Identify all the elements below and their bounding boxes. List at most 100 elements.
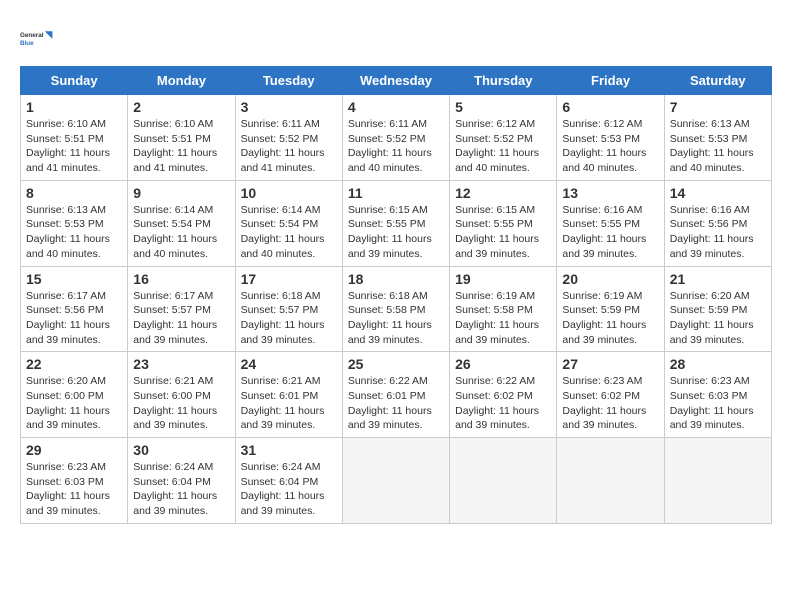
calendar-cell: 6 Sunrise: 6:12 AM Sunset: 5:53 PM Dayli…	[557, 95, 664, 181]
day-info: Sunrise: 6:24 AM Sunset: 6:04 PM Dayligh…	[133, 460, 229, 519]
calendar-table: SundayMondayTuesdayWednesdayThursdayFrid…	[20, 66, 772, 524]
day-number: 24	[241, 356, 337, 372]
calendar-cell: 28 Sunrise: 6:23 AM Sunset: 6:03 PM Dayl…	[664, 352, 771, 438]
day-number: 8	[26, 185, 122, 201]
calendar-cell: 5 Sunrise: 6:12 AM Sunset: 5:52 PM Dayli…	[450, 95, 557, 181]
day-info: Sunrise: 6:22 AM Sunset: 6:02 PM Dayligh…	[455, 374, 551, 433]
day-number: 5	[455, 99, 551, 115]
calendar-cell: 25 Sunrise: 6:22 AM Sunset: 6:01 PM Dayl…	[342, 352, 449, 438]
day-info: Sunrise: 6:19 AM Sunset: 5:59 PM Dayligh…	[562, 289, 658, 348]
calendar-cell: 4 Sunrise: 6:11 AM Sunset: 5:52 PM Dayli…	[342, 95, 449, 181]
day-info: Sunrise: 6:10 AM Sunset: 5:51 PM Dayligh…	[26, 117, 122, 176]
calendar-week-5: 29 Sunrise: 6:23 AM Sunset: 6:03 PM Dayl…	[21, 438, 772, 524]
svg-text:General: General	[20, 32, 44, 39]
day-info: Sunrise: 6:23 AM Sunset: 6:03 PM Dayligh…	[26, 460, 122, 519]
calendar-cell: 15 Sunrise: 6:17 AM Sunset: 5:56 PM Dayl…	[21, 266, 128, 352]
calendar-cell	[450, 438, 557, 524]
calendar-cell: 21 Sunrise: 6:20 AM Sunset: 5:59 PM Dayl…	[664, 266, 771, 352]
day-number: 18	[348, 271, 444, 287]
day-number: 16	[133, 271, 229, 287]
day-number: 14	[670, 185, 766, 201]
day-number: 1	[26, 99, 122, 115]
day-info: Sunrise: 6:15 AM Sunset: 5:55 PM Dayligh…	[455, 203, 551, 262]
calendar-cell	[557, 438, 664, 524]
calendar-cell: 30 Sunrise: 6:24 AM Sunset: 6:04 PM Dayl…	[128, 438, 235, 524]
day-number: 31	[241, 442, 337, 458]
day-info: Sunrise: 6:16 AM Sunset: 5:55 PM Dayligh…	[562, 203, 658, 262]
day-info: Sunrise: 6:17 AM Sunset: 5:57 PM Dayligh…	[133, 289, 229, 348]
day-info: Sunrise: 6:23 AM Sunset: 6:03 PM Dayligh…	[670, 374, 766, 433]
col-header-wednesday: Wednesday	[342, 67, 449, 95]
day-info: Sunrise: 6:11 AM Sunset: 5:52 PM Dayligh…	[241, 117, 337, 176]
page-header: GeneralBlue	[20, 20, 772, 56]
calendar-cell: 13 Sunrise: 6:16 AM Sunset: 5:55 PM Dayl…	[557, 180, 664, 266]
logo: GeneralBlue	[20, 20, 56, 56]
calendar-cell: 27 Sunrise: 6:23 AM Sunset: 6:02 PM Dayl…	[557, 352, 664, 438]
calendar-cell: 18 Sunrise: 6:18 AM Sunset: 5:58 PM Dayl…	[342, 266, 449, 352]
calendar-cell: 26 Sunrise: 6:22 AM Sunset: 6:02 PM Dayl…	[450, 352, 557, 438]
day-info: Sunrise: 6:17 AM Sunset: 5:56 PM Dayligh…	[26, 289, 122, 348]
calendar-cell: 1 Sunrise: 6:10 AM Sunset: 5:51 PM Dayli…	[21, 95, 128, 181]
day-number: 27	[562, 356, 658, 372]
calendar-cell	[342, 438, 449, 524]
calendar-cell: 20 Sunrise: 6:19 AM Sunset: 5:59 PM Dayl…	[557, 266, 664, 352]
calendar-cell: 16 Sunrise: 6:17 AM Sunset: 5:57 PM Dayl…	[128, 266, 235, 352]
calendar-week-2: 8 Sunrise: 6:13 AM Sunset: 5:53 PM Dayli…	[21, 180, 772, 266]
day-info: Sunrise: 6:21 AM Sunset: 6:01 PM Dayligh…	[241, 374, 337, 433]
day-info: Sunrise: 6:13 AM Sunset: 5:53 PM Dayligh…	[26, 203, 122, 262]
day-info: Sunrise: 6:12 AM Sunset: 5:53 PM Dayligh…	[562, 117, 658, 176]
day-number: 4	[348, 99, 444, 115]
calendar-week-3: 15 Sunrise: 6:17 AM Sunset: 5:56 PM Dayl…	[21, 266, 772, 352]
col-header-thursday: Thursday	[450, 67, 557, 95]
calendar-cell: 8 Sunrise: 6:13 AM Sunset: 5:53 PM Dayli…	[21, 180, 128, 266]
calendar-cell: 12 Sunrise: 6:15 AM Sunset: 5:55 PM Dayl…	[450, 180, 557, 266]
day-number: 21	[670, 271, 766, 287]
calendar-cell: 3 Sunrise: 6:11 AM Sunset: 5:52 PM Dayli…	[235, 95, 342, 181]
calendar-cell	[664, 438, 771, 524]
day-info: Sunrise: 6:18 AM Sunset: 5:58 PM Dayligh…	[348, 289, 444, 348]
logo-icon: GeneralBlue	[20, 20, 56, 56]
day-info: Sunrise: 6:12 AM Sunset: 5:52 PM Dayligh…	[455, 117, 551, 176]
day-info: Sunrise: 6:13 AM Sunset: 5:53 PM Dayligh…	[670, 117, 766, 176]
day-number: 15	[26, 271, 122, 287]
day-number: 22	[26, 356, 122, 372]
day-number: 30	[133, 442, 229, 458]
calendar-cell: 19 Sunrise: 6:19 AM Sunset: 5:58 PM Dayl…	[450, 266, 557, 352]
day-info: Sunrise: 6:20 AM Sunset: 5:59 PM Dayligh…	[670, 289, 766, 348]
day-number: 20	[562, 271, 658, 287]
day-number: 23	[133, 356, 229, 372]
col-header-saturday: Saturday	[664, 67, 771, 95]
day-number: 28	[670, 356, 766, 372]
day-info: Sunrise: 6:22 AM Sunset: 6:01 PM Dayligh…	[348, 374, 444, 433]
day-number: 19	[455, 271, 551, 287]
day-info: Sunrise: 6:18 AM Sunset: 5:57 PM Dayligh…	[241, 289, 337, 348]
col-header-sunday: Sunday	[21, 67, 128, 95]
calendar-cell: 2 Sunrise: 6:10 AM Sunset: 5:51 PM Dayli…	[128, 95, 235, 181]
col-header-tuesday: Tuesday	[235, 67, 342, 95]
day-info: Sunrise: 6:20 AM Sunset: 6:00 PM Dayligh…	[26, 374, 122, 433]
calendar-cell: 10 Sunrise: 6:14 AM Sunset: 5:54 PM Dayl…	[235, 180, 342, 266]
day-number: 29	[26, 442, 122, 458]
calendar-cell: 7 Sunrise: 6:13 AM Sunset: 5:53 PM Dayli…	[664, 95, 771, 181]
calendar-cell: 23 Sunrise: 6:21 AM Sunset: 6:00 PM Dayl…	[128, 352, 235, 438]
calendar-cell: 17 Sunrise: 6:18 AM Sunset: 5:57 PM Dayl…	[235, 266, 342, 352]
day-number: 25	[348, 356, 444, 372]
day-number: 2	[133, 99, 229, 115]
day-info: Sunrise: 6:10 AM Sunset: 5:51 PM Dayligh…	[133, 117, 229, 176]
calendar-week-1: 1 Sunrise: 6:10 AM Sunset: 5:51 PM Dayli…	[21, 95, 772, 181]
calendar-cell: 24 Sunrise: 6:21 AM Sunset: 6:01 PM Dayl…	[235, 352, 342, 438]
calendar-cell: 14 Sunrise: 6:16 AM Sunset: 5:56 PM Dayl…	[664, 180, 771, 266]
day-info: Sunrise: 6:15 AM Sunset: 5:55 PM Dayligh…	[348, 203, 444, 262]
calendar-cell: 29 Sunrise: 6:23 AM Sunset: 6:03 PM Dayl…	[21, 438, 128, 524]
svg-text:Blue: Blue	[20, 40, 34, 47]
calendar-cell: 22 Sunrise: 6:20 AM Sunset: 6:00 PM Dayl…	[21, 352, 128, 438]
calendar-cell: 9 Sunrise: 6:14 AM Sunset: 5:54 PM Dayli…	[128, 180, 235, 266]
col-header-monday: Monday	[128, 67, 235, 95]
day-number: 26	[455, 356, 551, 372]
day-info: Sunrise: 6:14 AM Sunset: 5:54 PM Dayligh…	[241, 203, 337, 262]
day-number: 13	[562, 185, 658, 201]
day-info: Sunrise: 6:16 AM Sunset: 5:56 PM Dayligh…	[670, 203, 766, 262]
day-number: 9	[133, 185, 229, 201]
day-number: 12	[455, 185, 551, 201]
day-info: Sunrise: 6:21 AM Sunset: 6:00 PM Dayligh…	[133, 374, 229, 433]
